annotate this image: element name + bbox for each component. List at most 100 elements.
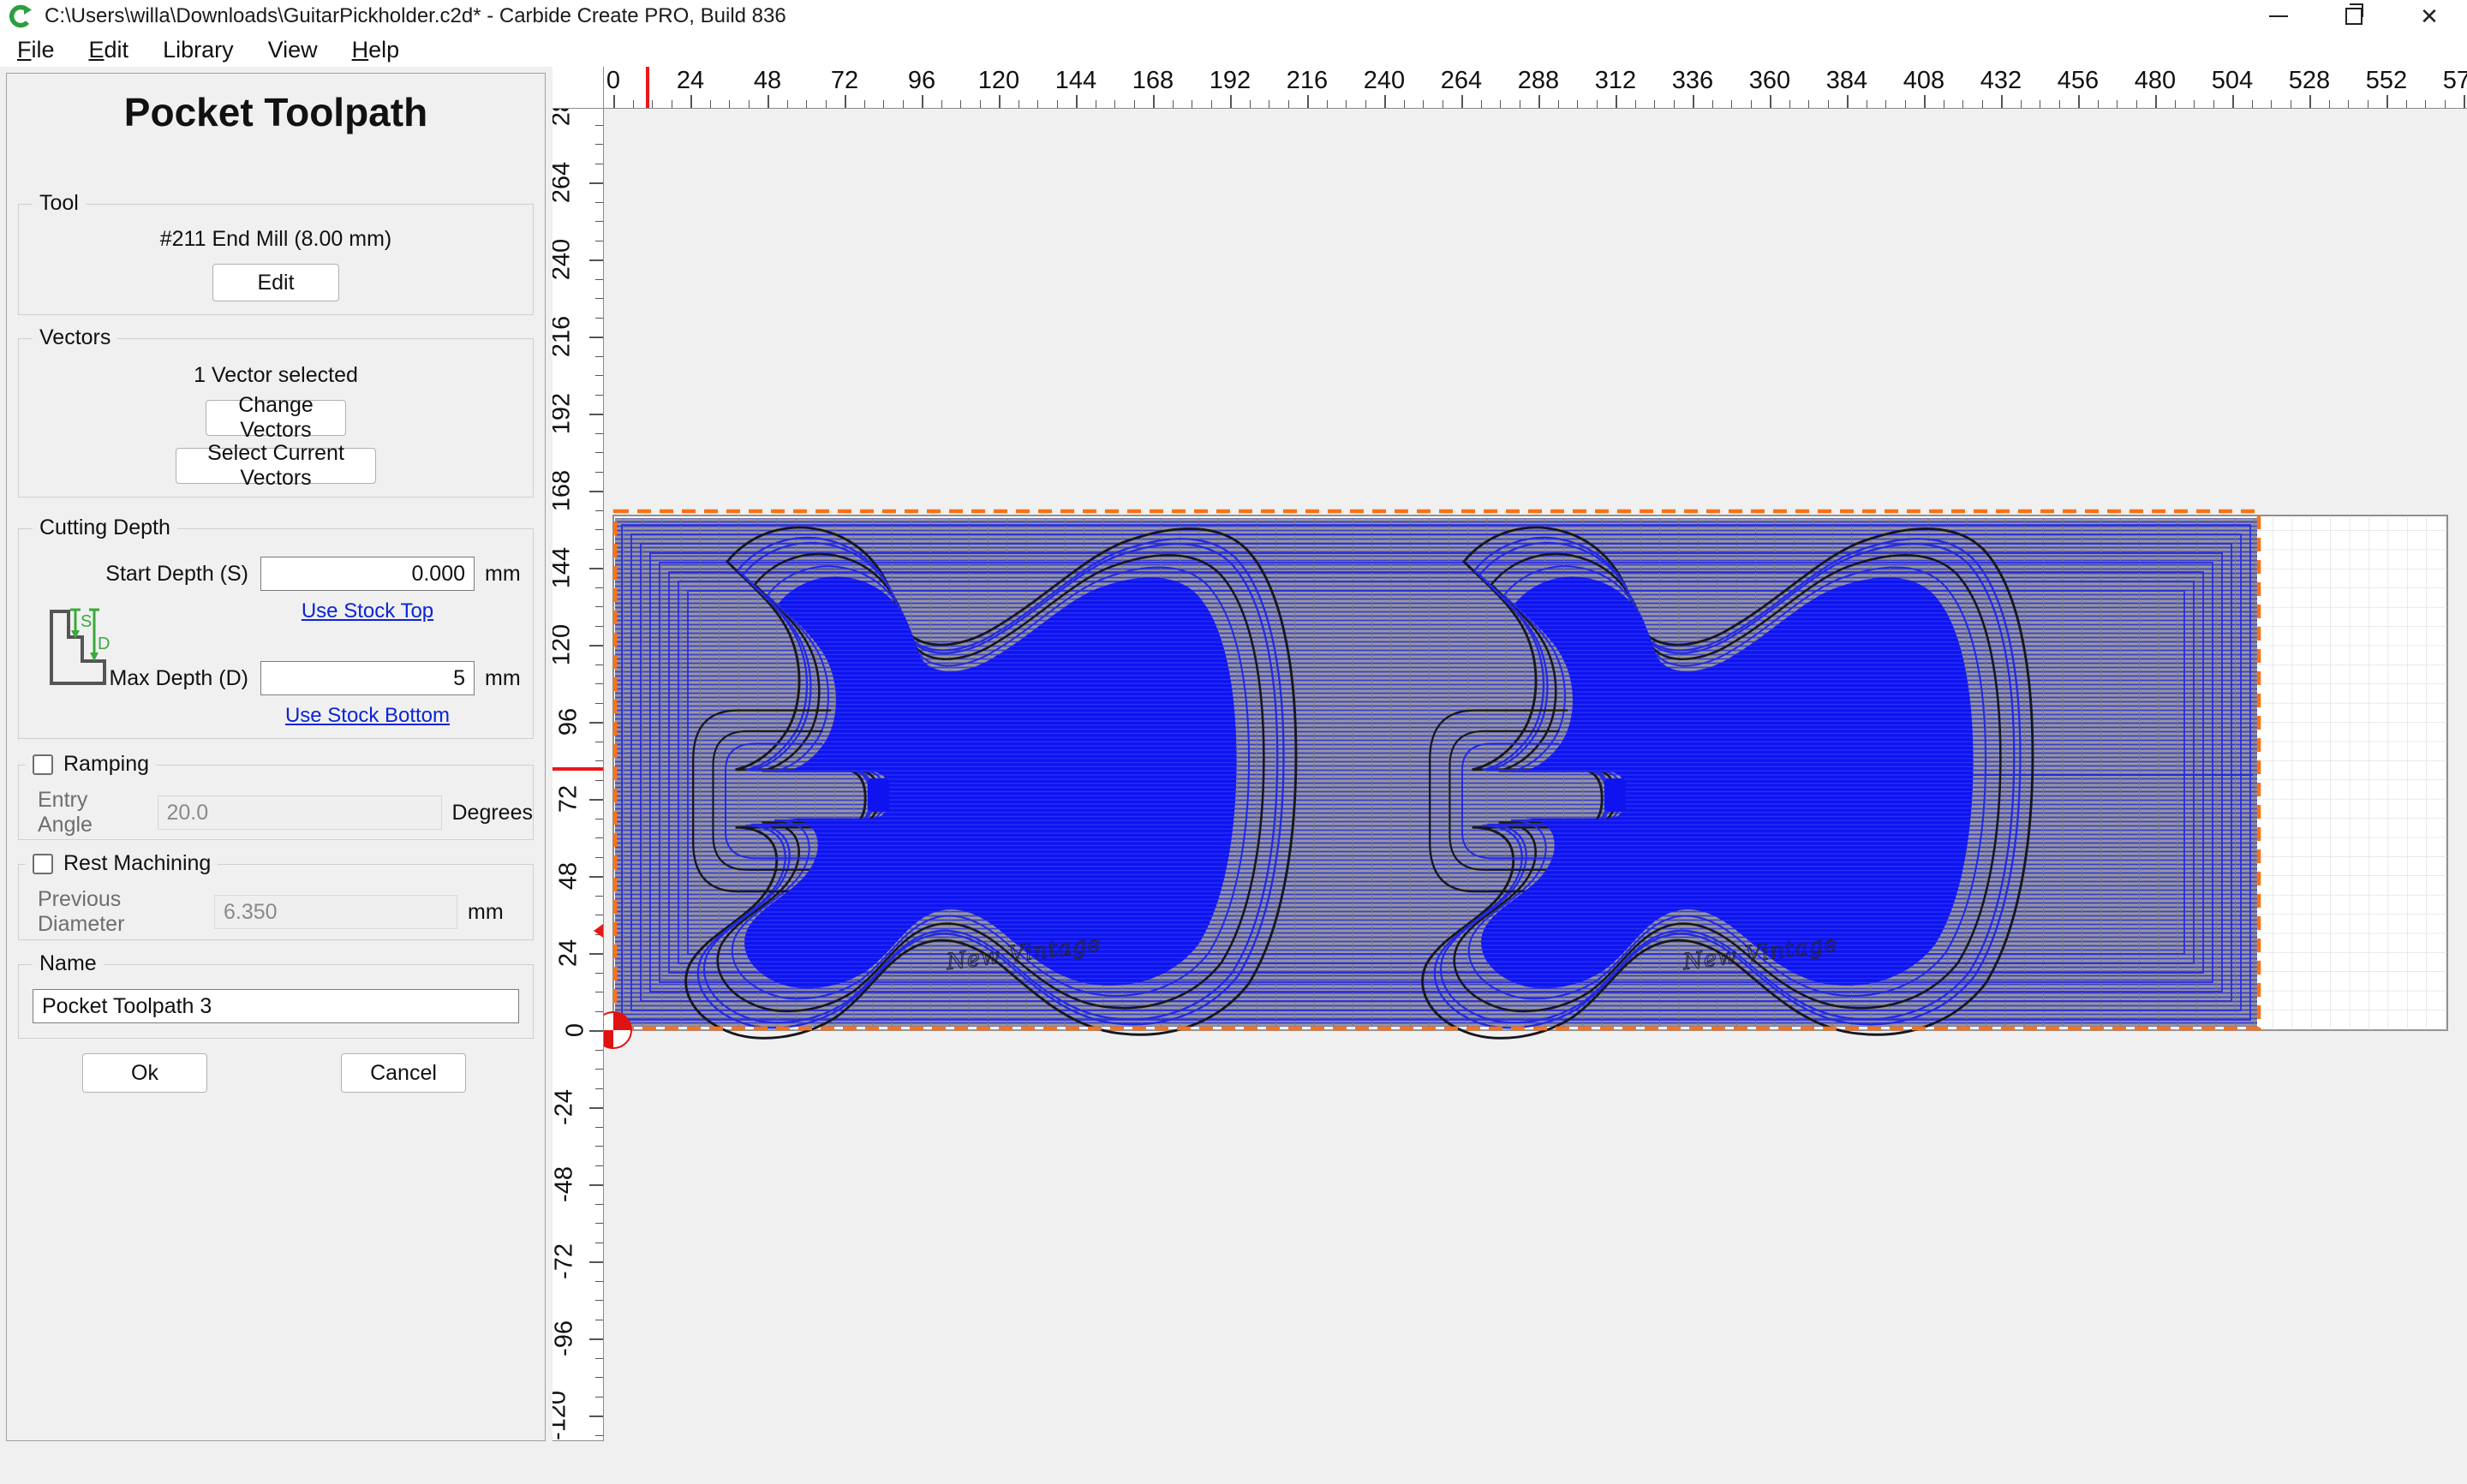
minimize-button[interactable] <box>2241 0 2316 33</box>
ramping-group: Ramping Entry Angle Degrees <box>18 765 534 840</box>
cutting-depth-group: Cutting Depth S D Start Depth (S) mm Use… <box>18 528 534 739</box>
vectors-group-label: Vectors <box>33 325 117 350</box>
ruler-label: -24 <box>553 1089 579 1125</box>
ruler-corner <box>553 67 604 109</box>
ruler-label: 120 <box>978 67 1019 95</box>
page-title: Pocket Toolpath <box>7 89 545 135</box>
select-current-vectors-button[interactable]: Select Current Vectors <box>176 448 376 484</box>
cutting-depth-group-label: Cutting Depth <box>33 516 177 540</box>
window-title: C:\Users\willa\Downloads\GuitarPickholde… <box>45 4 786 28</box>
ruler-label: 24 <box>554 939 582 967</box>
ruler-label: 456 <box>2058 67 2099 95</box>
ruler-label: 384 <box>1826 67 1867 95</box>
ruler-label: 0 <box>606 67 620 95</box>
entry-angle-label: Entry Angle <box>38 788 142 837</box>
left-ruler: 288264240216192168144120967248240-24-48-… <box>553 109 604 1441</box>
entry-angle-input[interactable] <box>158 796 442 830</box>
previous-diameter-input[interactable] <box>214 895 457 929</box>
toolpath-name-input[interactable] <box>33 989 519 1023</box>
ruler-label: 240 <box>1364 67 1405 95</box>
minimize-icon <box>2269 15 2288 17</box>
close-button[interactable]: ✕ <box>2392 0 2467 33</box>
ruler-label: 360 <box>1749 67 1790 95</box>
origin-marker-icon <box>604 1012 631 1048</box>
menu-item-help[interactable]: Help <box>335 33 417 67</box>
tool-name: #211 End Mill (8.00 mm) <box>160 227 391 252</box>
use-stock-top-link[interactable]: Use Stock Top <box>302 599 433 623</box>
pocket-toolpath-panel: Pocket Toolpath Tool #211 End Mill (8.00… <box>6 73 546 1441</box>
entry-angle-unit: Degrees <box>452 801 534 825</box>
ramping-checkbox[interactable] <box>33 754 53 775</box>
ruler-label: 24 <box>677 67 704 95</box>
cancel-button[interactable]: Cancel <box>341 1053 466 1093</box>
svg-text:D: D <box>98 635 110 653</box>
ruler-label: 144 <box>553 547 576 588</box>
ruler-label: 96 <box>908 67 935 95</box>
ruler-label: 504 <box>2212 67 2253 95</box>
previous-diameter-label: Previous Diameter <box>38 887 199 937</box>
menu-item-file[interactable]: File <box>0 33 72 67</box>
ruler-label: -72 <box>553 1243 579 1279</box>
depth-step-diagram-icon: S D <box>43 605 111 690</box>
ruler-label: 192 <box>1210 67 1251 95</box>
ruler-label: 72 <box>831 67 858 95</box>
ruler-label: 528 <box>2289 67 2330 95</box>
start-depth-label: Start Depth (S) <box>19 562 260 587</box>
title-bar: C:\Users\willa\Downloads\GuitarPickholde… <box>0 0 2467 33</box>
rest-machining-group: Rest Machining Previous Diameter mm <box>18 864 534 940</box>
menu-bar: FileEditLibraryViewHelp <box>0 33 2467 67</box>
ok-button[interactable]: Ok <box>82 1053 207 1093</box>
close-icon: ✕ <box>2420 5 2439 27</box>
rest-machining-label: Rest Machining <box>63 851 211 876</box>
ruler-label: 288 <box>553 109 576 126</box>
restore-icon <box>2345 8 2362 25</box>
vectors-group: Vectors 1 Vector selected Change Vectors… <box>18 338 534 498</box>
ruler-label: 216 <box>1287 67 1328 95</box>
menu-item-library[interactable]: Library <box>146 33 251 67</box>
y-position-arrow-icon <box>594 924 603 938</box>
ruler-label: -96 <box>553 1320 579 1356</box>
ruler-label: 96 <box>554 708 582 736</box>
ruler-label: 336 <box>1672 67 1713 95</box>
use-stock-bottom-link[interactable]: Use Stock Bottom <box>285 704 450 727</box>
edit-tool-button[interactable]: Edit <box>212 264 339 301</box>
change-vectors-button[interactable]: Change Vectors <box>206 400 346 436</box>
name-group-label: Name <box>33 951 104 976</box>
ruler-label: 192 <box>553 393 576 434</box>
ruler-label: 432 <box>1980 67 2022 95</box>
previous-diameter-unit: mm <box>468 900 504 925</box>
ruler-label: 0 <box>561 1023 589 1037</box>
ruler-label: 240 <box>553 239 576 280</box>
ruler-label: 480 <box>2135 67 2176 95</box>
menu-item-edit[interactable]: Edit <box>72 33 146 67</box>
max-depth-input[interactable] <box>260 661 475 695</box>
ruler-label: 168 <box>553 470 576 511</box>
ruler-label: 48 <box>754 67 781 95</box>
ramping-label: Ramping <box>63 752 149 777</box>
cursor-y-indicator <box>553 767 603 771</box>
ruler-label: 552 <box>2366 67 2407 95</box>
name-group: Name <box>18 964 534 1039</box>
tool-group: Tool #211 End Mill (8.00 mm) Edit <box>18 204 534 315</box>
ruler-label: 72 <box>554 785 582 813</box>
design-canvas[interactable]: New Vintage <box>604 109 2467 1480</box>
menu-item-view[interactable]: View <box>251 33 335 67</box>
max-depth-unit: mm <box>485 666 521 691</box>
ruler-label: -120 <box>553 1391 571 1440</box>
restore-button[interactable] <box>2316 0 2392 33</box>
ruler-label: 264 <box>1441 67 1482 95</box>
cursor-x-indicator <box>646 67 649 108</box>
carbide-create-logo-icon <box>9 4 33 28</box>
ruler-label: 312 <box>1595 67 1636 95</box>
ruler-label: -48 <box>553 1166 579 1202</box>
ruler-label: 288 <box>1518 67 1559 95</box>
start-depth-input[interactable] <box>260 557 475 591</box>
ruler-label: 144 <box>1055 67 1096 95</box>
vectors-status: 1 Vector selected <box>194 363 358 388</box>
rest-machining-checkbox[interactable] <box>33 854 53 874</box>
ruler-label: 168 <box>1132 67 1174 95</box>
ruler-label: 576 <box>2443 67 2467 95</box>
top-ruler: 0 24 48 72 96 120 144 168 192 216 240 264 288 312 336 3… <box>604 67 2467 109</box>
ruler-label: 216 <box>553 316 576 357</box>
ruler-label: 120 <box>553 624 576 665</box>
